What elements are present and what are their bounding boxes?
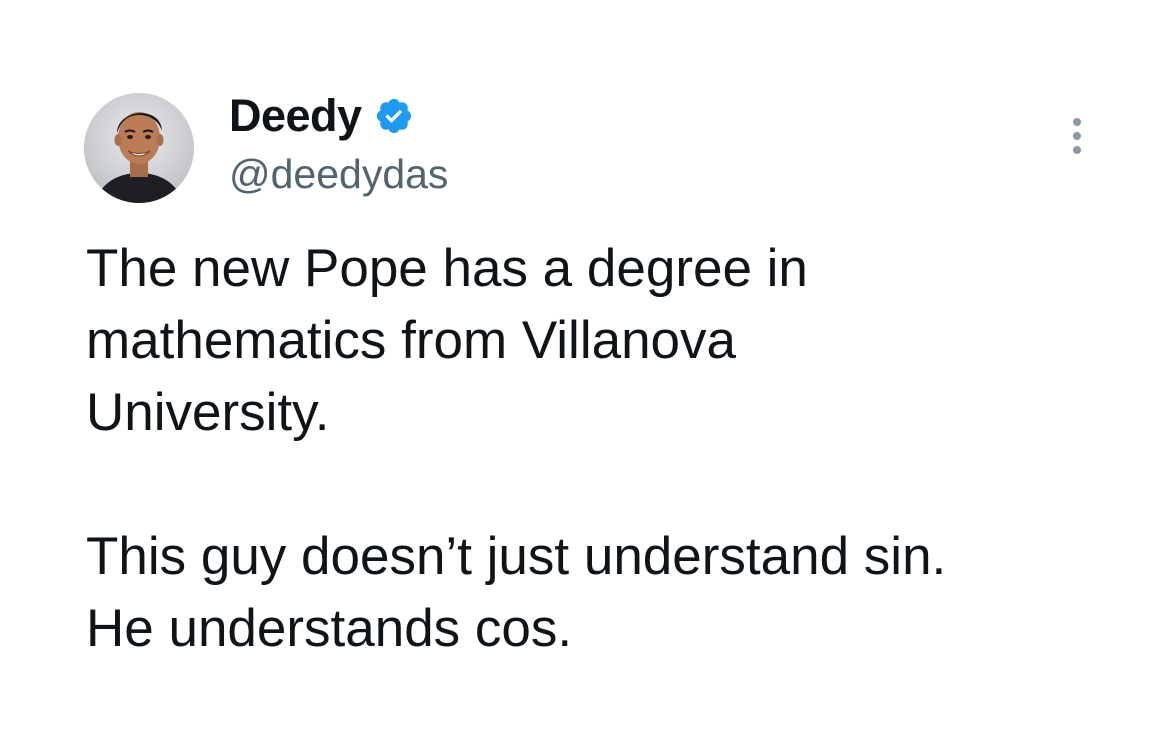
tweet-text: The new Pope has a degree in mathematics… [86,233,1126,665]
more-dot [1073,118,1081,126]
verified-badge-icon[interactable] [374,96,414,136]
more-dot [1073,132,1081,140]
avatar-image [84,93,194,203]
paragraph-break [86,449,1126,521]
tweet-line: He understands cos. [86,599,573,658]
tweet-card: Deedy @deedydas The new Pope has a degre… [0,0,1168,753]
avatar[interactable] [84,93,194,203]
tweet-line: mathematics from Villanova [86,311,737,370]
more-options-icon[interactable] [1058,112,1096,160]
author-display-name[interactable]: Deedy [229,88,362,144]
author-handle[interactable]: @deedydas [229,148,448,200]
tweet-line: The new Pope has a degree in [86,239,808,298]
author-name-row: Deedy [229,88,414,144]
tweet-line: This guy doesn’t just understand sin. [86,527,947,586]
more-dot [1073,146,1081,154]
tweet-line: University. [86,383,330,442]
